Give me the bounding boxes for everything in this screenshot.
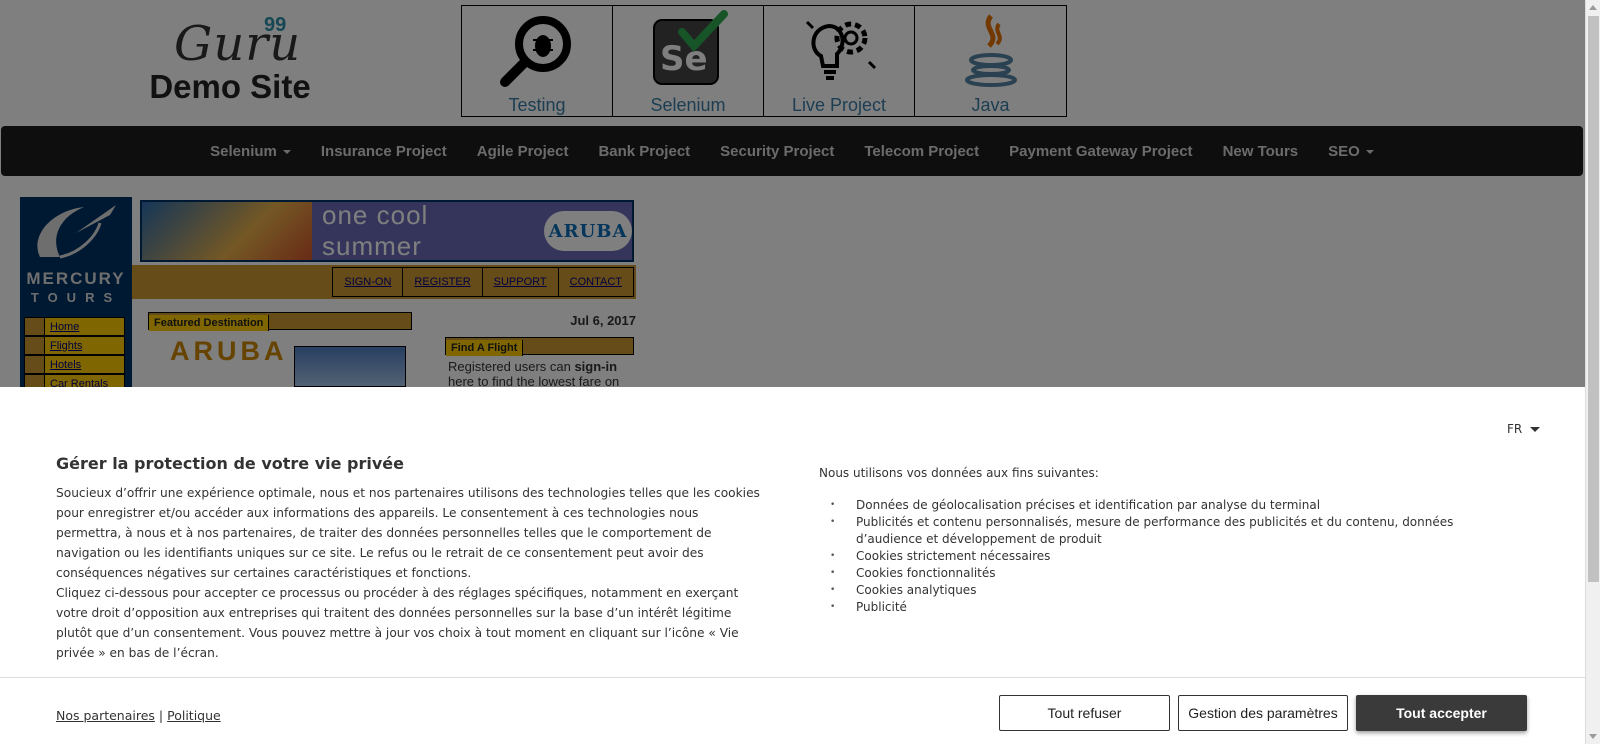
consent-divider: [0, 677, 1585, 678]
scroll-down-icon[interactable]: [1589, 734, 1597, 739]
purpose-item: Publicités et contenu personnalisés, mes…: [830, 514, 1510, 548]
purpose-item: Publicité: [830, 599, 1510, 616]
scroll-up-icon[interactable]: [1589, 5, 1597, 10]
language-selector[interactable]: FR: [1507, 422, 1541, 436]
manage-settings-button[interactable]: Gestion des paramètres: [1178, 695, 1348, 731]
policy-link[interactable]: Politique: [167, 708, 221, 723]
refuse-all-button[interactable]: Tout refuser: [999, 695, 1170, 731]
purpose-item: Cookies strictement nécessaires: [830, 548, 1510, 565]
link-separator: |: [158, 708, 164, 723]
privacy-consent-panel: FR Gérer la protection de votre vie priv…: [0, 387, 1585, 744]
caret-down-icon: [1530, 427, 1541, 432]
scrollbar-thumb[interactable]: [1588, 16, 1599, 582]
partners-link[interactable]: Nos partenaires: [56, 708, 155, 723]
purposes-title: Nous utilisons vos données aux fins suiv…: [819, 466, 1099, 480]
accept-all-button[interactable]: Tout accepter: [1356, 695, 1527, 731]
consent-title: Gérer la protection de votre vie privée: [56, 454, 404, 473]
purposes-list: Données de géolocalisation précises et i…: [830, 497, 1510, 616]
page-scrollbar[interactable]: [1585, 0, 1600, 744]
consent-body: Soucieux d’offrir une expérience optimal…: [56, 483, 762, 663]
consent-footer-links: Nos partenaires | Politique: [56, 708, 221, 723]
purpose-item: Cookies analytiques: [830, 582, 1510, 599]
purpose-item: Données de géolocalisation précises et i…: [830, 497, 1510, 514]
consent-paragraph-2: Cliquez ci-dessous pour accepter ce proc…: [56, 586, 739, 660]
language-code: FR: [1507, 422, 1523, 436]
consent-paragraph-1: Soucieux d’offrir une expérience optimal…: [56, 486, 760, 580]
purpose-item: Cookies fonctionnalités: [830, 565, 1510, 582]
